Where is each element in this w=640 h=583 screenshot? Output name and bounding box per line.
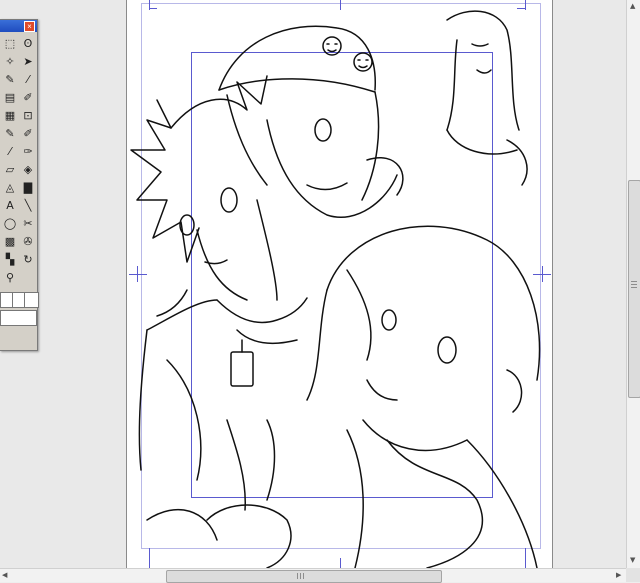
brush-icon[interactable]: ⁄ bbox=[2, 143, 18, 160]
scroll-up-arrow-icon[interactable]: ▲ bbox=[630, 2, 635, 10]
scroll-left-arrow-icon[interactable]: ◀ bbox=[2, 571, 7, 579]
vertical-scrollbar[interactable]: ▲ ▼ bbox=[626, 0, 640, 568]
layer-thumbnail[interactable] bbox=[0, 310, 37, 326]
text-icon[interactable]: A bbox=[2, 197, 18, 214]
pattern-icon[interactable]: ▚ bbox=[2, 251, 18, 268]
move-icon[interactable]: ➤ bbox=[20, 53, 36, 70]
bucket-icon[interactable]: ◬ bbox=[2, 179, 18, 196]
eyedropper-icon[interactable]: ⁄ bbox=[20, 71, 36, 88]
line-icon[interactable]: ╲ bbox=[20, 197, 36, 214]
balloon-icon[interactable]: ✂ bbox=[20, 215, 36, 232]
color-swatches[interactable] bbox=[0, 292, 39, 332]
canvas-workspace[interactable] bbox=[0, 0, 626, 568]
ellipse-icon[interactable]: ◯ bbox=[2, 215, 18, 232]
magic-wand-icon[interactable]: ✧ bbox=[2, 53, 18, 70]
rotate-icon[interactable]: ↻ bbox=[20, 251, 36, 268]
vertical-scroll-thumb[interactable] bbox=[628, 180, 640, 398]
fill-icon[interactable]: ◈ bbox=[20, 161, 36, 178]
tone-icon[interactable]: ▩ bbox=[2, 233, 18, 250]
pencil-icon[interactable]: ✎ bbox=[2, 125, 18, 142]
scroll-down-arrow-icon[interactable]: ▼ bbox=[630, 556, 635, 564]
zoom-icon[interactable]: ⚲ bbox=[2, 269, 18, 286]
layer-move-icon[interactable]: ▤ bbox=[2, 89, 18, 106]
transform-icon[interactable]: ⊡ bbox=[20, 107, 36, 124]
lineart-illustration bbox=[130, 10, 541, 568]
tool-palette[interactable]: × ⬚ ʘ✧ ➤✎ ⁄▤ ✐▦ ⊡✎ ✐⁄ ✑▱ ◈◬ ▇A ╲◯ ✂▩ ✇▚ ↻⚲ bbox=[0, 19, 39, 351]
tool-grid: ⬚ ʘ✧ ➤✎ ⁄▤ ✐▦ ⊡✎ ✐⁄ ✑▱ ◈◬ ▇A ╲◯ ✂▩ ✇▚ ↻⚲ bbox=[0, 34, 37, 286]
canvas-page[interactable] bbox=[126, 0, 553, 568]
horizontal-scroll-thumb[interactable] bbox=[166, 570, 442, 583]
horizontal-scrollbar[interactable]: ◀ ▶ bbox=[0, 568, 626, 583]
eraser-icon[interactable]: ▱ bbox=[2, 161, 18, 178]
marquee-rect-icon[interactable]: ⬚ bbox=[2, 35, 18, 52]
stamp-icon[interactable]: ✇ bbox=[20, 233, 36, 250]
ruler-pen-icon[interactable]: ✐ bbox=[20, 89, 36, 106]
marker-icon[interactable]: ✐ bbox=[20, 125, 36, 142]
scrollbar-corner bbox=[626, 568, 640, 582]
airbrush-icon[interactable]: ✑ bbox=[20, 143, 36, 160]
color-swatch[interactable] bbox=[24, 292, 39, 308]
palette-close-button[interactable]: × bbox=[24, 21, 35, 32]
gradient-icon[interactable]: ▇ bbox=[20, 179, 36, 196]
scroll-right-arrow-icon[interactable]: ▶ bbox=[616, 571, 621, 579]
lasso-icon[interactable]: ʘ bbox=[20, 35, 36, 52]
grid-icon[interactable]: ▦ bbox=[2, 107, 18, 124]
pen-selection-icon[interactable]: ✎ bbox=[2, 71, 18, 88]
